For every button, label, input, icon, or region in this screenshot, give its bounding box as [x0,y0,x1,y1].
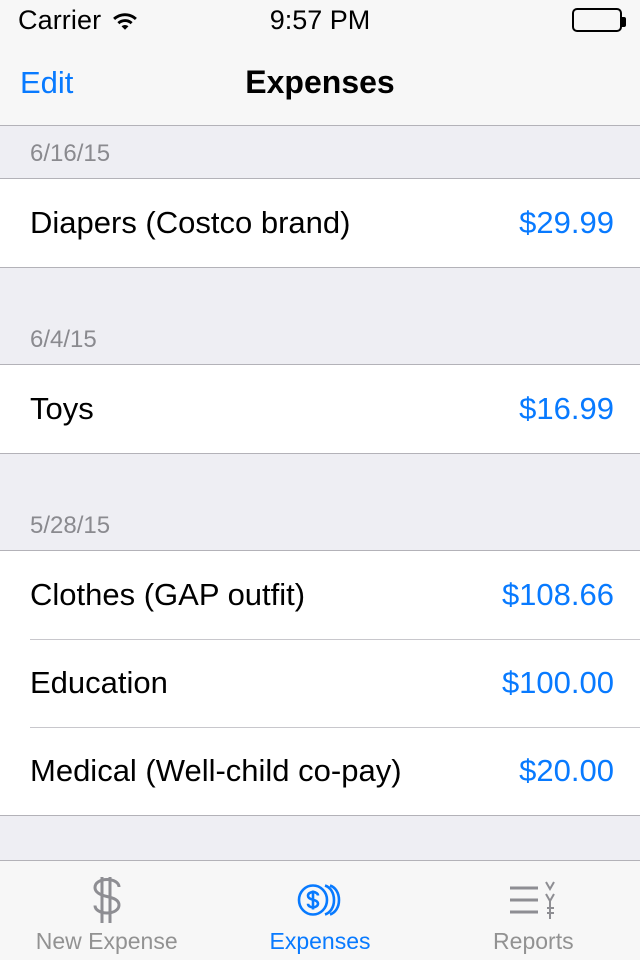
section-header: 6/4/15 [0,268,640,365]
dollar-sign-icon [85,874,129,926]
table-row[interactable]: Clothes (GAP outfit) $108.66 [0,551,640,639]
section-date-label: 6/16/15 [30,140,111,167]
wifi-icon [111,9,139,31]
section-date-label: 5/28/15 [30,512,111,539]
section-header: 6/16/15 [0,126,640,179]
section-rows: Clothes (GAP outfit) $108.66 Education $… [0,551,640,816]
carrier-label: Carrier [18,4,102,35]
coins-stack-icon [295,874,345,926]
tab-label: Reports [493,928,574,954]
tab-bar: New Expense Expenses Reports [0,860,640,960]
expense-title: Clothes (GAP outfit) [30,577,306,612]
expense-title: Medical (Well-child co-pay) [30,753,402,788]
status-bar-right [572,8,626,32]
tab-new-expense[interactable]: New Expense [0,861,213,960]
table-row[interactable]: Education $100.00 [0,639,640,727]
status-bar: Carrier 9:57 PM [0,0,640,40]
expense-title: Toys [30,391,94,426]
section-rows: Diapers (Costco brand) $29.99 [0,179,640,268]
expense-amount: $108.66 [501,577,614,612]
tab-label: Expenses [269,928,371,954]
expense-amount: $16.99 [519,391,614,426]
table-row[interactable]: Toys $16.99 [0,365,640,453]
expense-amount: $29.99 [519,205,614,240]
section-date-label: 6/4/15 [30,326,97,353]
expense-title: Diapers (Costco brand) [30,205,351,240]
table-row[interactable]: Diapers (Costco brand) $29.99 [0,179,640,267]
edit-button[interactable]: Edit [18,61,75,105]
tab-expenses[interactable]: Expenses [213,861,426,960]
battery-full-icon [572,8,626,32]
navigation-bar: Edit Expenses [0,40,640,126]
expense-title: Education [30,665,168,700]
expense-amount: $100.00 [501,665,614,700]
page-title: Expenses [245,64,395,100]
section-header: 5/28/15 [0,454,640,551]
list-footer [0,816,640,860]
tab-label: New Expense [35,928,178,954]
table-row[interactable]: Medical (Well-child co-pay) $20.00 [0,727,640,815]
tab-reports[interactable]: Reports [427,861,640,960]
expense-amount: $20.00 [519,753,614,788]
status-bar-left: Carrier [18,5,139,36]
report-lines-icon [506,874,560,926]
section-rows: Toys $16.99 [0,365,640,454]
app-screen: Carrier 9:57 PM Edit Expenses 6/16/15 Di… [0,0,640,960]
expenses-list[interactable]: 6/16/15 Diapers (Costco brand) $29.99 6/… [0,126,640,860]
